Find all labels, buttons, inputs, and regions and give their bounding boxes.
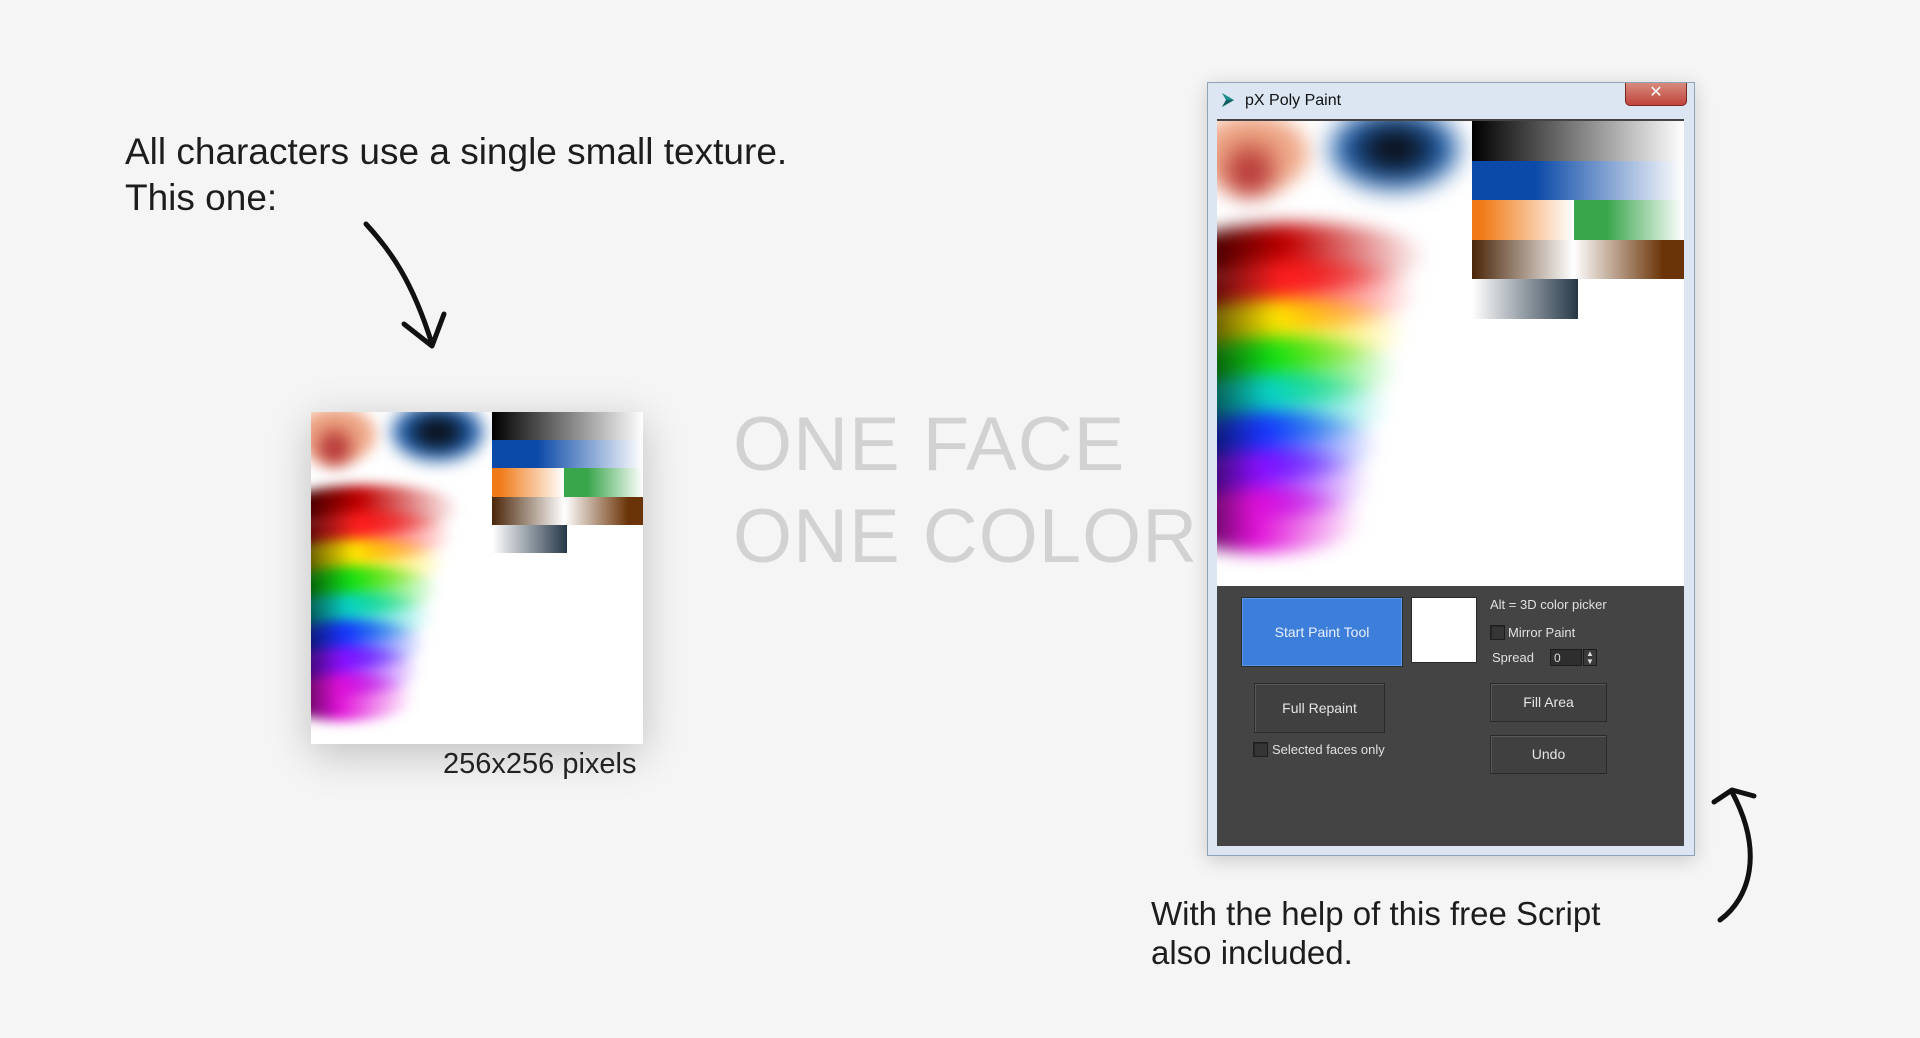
- full-repaint-button[interactable]: Full Repaint: [1254, 683, 1385, 733]
- spread-input[interactable]: 0: [1550, 649, 1582, 666]
- mirror-paint-label: Mirror Paint: [1508, 625, 1576, 640]
- intro-caption: All characters use a single small textur…: [125, 129, 787, 221]
- outro-caption: With the help of this free Script also i…: [1151, 894, 1600, 972]
- nose-blob: [1226, 148, 1274, 196]
- gray-ramp: [491, 412, 643, 441]
- blue-ramp: [1471, 160, 1684, 201]
- outro-line-1: With the help of this free Script: [1151, 895, 1601, 932]
- spread-label: Spread: [1492, 650, 1534, 665]
- intro-line-1: All characters use a single small textur…: [125, 131, 788, 172]
- intro-line-2: This one:: [125, 177, 278, 218]
- green-ramp: [564, 468, 643, 497]
- gray-ramp: [1471, 121, 1684, 161]
- brown-ramp: [491, 496, 643, 525]
- eye-blob: [390, 412, 484, 462]
- slate-ramp: [1471, 279, 1578, 319]
- texture-size-label: 256x256 pixels: [443, 748, 637, 780]
- green-ramp: [1573, 200, 1684, 240]
- up-down-spinner-icon[interactable]: ▲ ▼: [1583, 649, 1597, 666]
- orange-ramp: [491, 468, 565, 497]
- hand-drawn-arrow-down-icon: [363, 221, 447, 349]
- alt-color-picker-hint: Alt = 3D color picker: [1490, 597, 1607, 612]
- texture-canvas[interactable]: [1217, 121, 1684, 586]
- start-paint-tool-button[interactable]: Start Paint Tool: [1241, 597, 1403, 667]
- texture-preview: [311, 412, 643, 744]
- brown-ramp: [1471, 239, 1684, 280]
- close-icon: ✕: [1649, 84, 1663, 101]
- fill-area-button[interactable]: Fill Area: [1490, 683, 1607, 722]
- 3ds-max-logo-icon: [1222, 93, 1234, 107]
- window-titlebar[interactable]: pX Poly Paint ✕: [1208, 83, 1694, 117]
- close-button[interactable]: ✕: [1625, 83, 1687, 106]
- blue-ramp: [491, 440, 643, 469]
- hand-drawn-arrow-up-icon: [1711, 787, 1757, 923]
- eye-blob: [1329, 121, 1460, 191]
- undo-button[interactable]: Undo: [1490, 735, 1607, 774]
- headline-one-color: ONE COLOR: [733, 494, 1199, 579]
- nose-blob: [317, 431, 351, 466]
- outro-line-2: also included.: [1151, 934, 1353, 971]
- headline-one-face: ONE FACE: [733, 402, 1126, 487]
- window-title: pX Poly Paint: [1245, 92, 1342, 109]
- mirror-paint-checkbox[interactable]: [1490, 625, 1505, 640]
- selected-faces-only-checkbox[interactable]: [1253, 742, 1268, 757]
- color-swatch[interactable]: [1411, 597, 1477, 663]
- tool-panel: Start Paint Tool Alt = 3D color picker M…: [1217, 585, 1684, 846]
- orange-ramp: [1471, 200, 1574, 240]
- selected-faces-only-label: Selected faces only: [1272, 742, 1385, 757]
- slate-ramp: [491, 524, 568, 554]
